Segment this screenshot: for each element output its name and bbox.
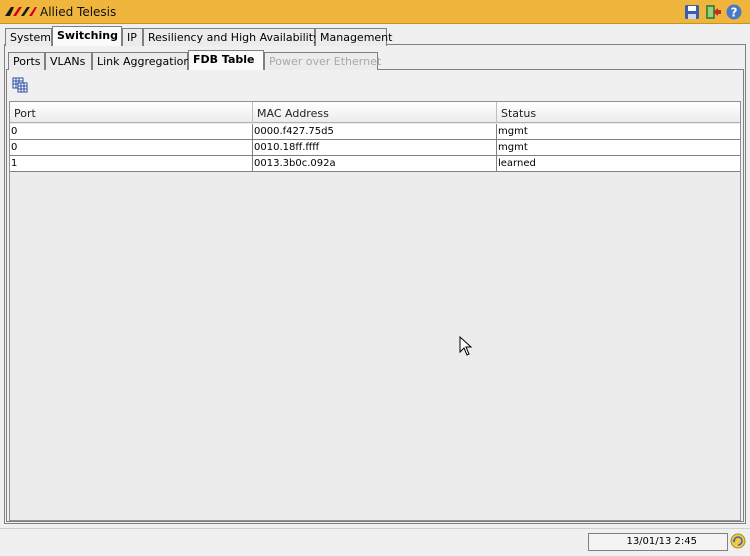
tab-management[interactable]: Management bbox=[315, 28, 392, 46]
cell-status: mgmt bbox=[498, 126, 528, 137]
app-title: Allied Telesis bbox=[40, 5, 117, 19]
table-row[interactable]: 0 0000.f427.75d5 mgmt bbox=[10, 124, 740, 140]
cell-mac-address: 0013.3b0c.092a bbox=[253, 156, 497, 172]
table-row[interactable]: 1 0013.3b0c.092a learned bbox=[10, 156, 740, 172]
cell-mac-address: 0000.f427.75d5 bbox=[253, 124, 497, 140]
column-header-mac-address[interactable]: MAC Address bbox=[253, 102, 497, 123]
mouse-pointer-icon bbox=[459, 336, 473, 356]
refresh-icon[interactable] bbox=[730, 533, 746, 549]
cell-port: 1 bbox=[10, 156, 253, 172]
cell-status: mgmt bbox=[498, 142, 528, 153]
column-header-status[interactable]: Status bbox=[497, 102, 740, 123]
subtab-ports[interactable]: Ports bbox=[8, 52, 45, 70]
title-bar: Allied Telesis ? bbox=[0, 0, 750, 24]
fdb-table: Port MAC Address Status 0 0000.f427.75d5… bbox=[9, 101, 741, 521]
subtab-fdb-table[interactable]: FDB Table bbox=[188, 50, 264, 70]
help-icon[interactable]: ? bbox=[726, 4, 742, 20]
tab-switching[interactable]: Switching bbox=[52, 26, 122, 46]
save-icon[interactable] bbox=[684, 4, 700, 20]
subtab-power-over-ethernet: Power over Ethernet bbox=[264, 52, 381, 70]
column-header-port[interactable]: Port bbox=[10, 102, 253, 123]
cell-port: 0 bbox=[10, 124, 253, 140]
exit-icon[interactable] bbox=[705, 4, 721, 20]
cell-mac-address: 0010.18ff.ffff bbox=[253, 140, 497, 156]
table-header: Port MAC Address Status bbox=[10, 102, 740, 123]
subtab-link-aggregation[interactable]: Link Aggregation bbox=[92, 52, 190, 70]
table-row[interactable]: 0 0010.18ff.ffff mgmt bbox=[10, 140, 740, 156]
tab-ip[interactable]: IP bbox=[122, 28, 143, 46]
grid-columns-icon[interactable] bbox=[12, 77, 28, 93]
datetime-display: 13/01/13 2:45 bbox=[588, 533, 728, 551]
cell-status: learned bbox=[498, 158, 536, 169]
svg-text:?: ? bbox=[731, 6, 738, 20]
tab-resiliency[interactable]: Resiliency and High Availability bbox=[143, 28, 320, 46]
cell-port: 0 bbox=[10, 140, 253, 156]
allied-telesis-logo bbox=[5, 7, 37, 16]
tab-system[interactable]: System bbox=[5, 28, 52, 46]
subtab-vlans[interactable]: VLANs bbox=[45, 52, 92, 70]
